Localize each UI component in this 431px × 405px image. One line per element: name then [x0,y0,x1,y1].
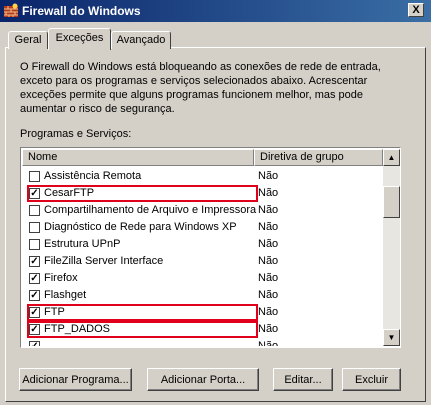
list-item[interactable]: ✓ FTP_DADOS Não [22,321,383,338]
list-item[interactable]: ✓ Flashget Não [22,287,383,304]
column-header-policy[interactable]: Diretiva de grupo [254,149,383,166]
programs-list-body: Nome Diretiva de grupo Assistência Remot… [22,149,383,346]
description-text: O Firewall do Windows está bloqueando as… [20,61,381,115]
list-item[interactable]: ✓ Firefox Não [22,270,383,287]
exception-checkbox[interactable]: ✓ [29,188,40,199]
exception-checkbox[interactable]: ✓ [29,307,40,318]
exception-checkbox[interactable] [29,171,40,182]
list-item[interactable]: ✓ CesarFTP Não [22,185,383,202]
add-port-button[interactable]: Adicionar Porta... [147,368,259,391]
firewall-brick-icon [4,3,18,17]
list-item[interactable]: Compartilhamento de Arquivo e Impressora… [22,202,383,219]
list-item-policy: Não [258,255,279,267]
list-item-policy: Não [258,204,279,216]
list-item-name: Compartilhamento de Arquivo e Impressora [44,204,257,216]
exception-checkbox[interactable]: ✓ [29,273,40,284]
exception-checkbox[interactable] [29,205,40,216]
list-item-policy: Não [258,221,279,233]
list-item[interactable]: ✓ FTP Não [22,304,383,321]
list-item-policy: Não [258,272,279,284]
tab-avancado[interactable]: Avançado [111,31,171,49]
list-item-name: FileZilla Server Interface [44,255,164,267]
exception-checkbox[interactable] [29,222,40,233]
list-item[interactable]: Diagnóstico de Rede para Windows XP Não [22,219,383,236]
tab-geral[interactable]: Geral [8,31,48,49]
list-item-policy: Não [258,323,279,335]
list-header: Nome Diretiva de grupo [22,149,383,166]
exception-checkbox[interactable]: ✓ [29,341,40,346]
list-item-name: FTP [44,306,65,318]
close-button[interactable]: X [408,3,424,17]
list-item-name: Estrutura UPnP [44,238,121,250]
scroll-thumb[interactable] [383,186,400,218]
title-bar[interactable]: Firewall do Windows X [0,0,431,22]
list-item[interactable]: Estrutura UPnP Não [22,236,383,253]
exception-checkbox[interactable]: ✓ [29,290,40,301]
add-program-button[interactable]: Adicionar Programa... [19,368,132,391]
list-item[interactable]: ✓ Não [22,338,383,346]
list-item-name: Firefox [44,272,78,284]
list-item-policy: Não [258,238,279,250]
list-item-name: FTP_DADOS [44,323,111,335]
exception-checkbox[interactable] [29,239,40,250]
list-item[interactable]: Assistência Remota Não [22,168,383,185]
exception-checkbox[interactable]: ✓ [29,324,40,335]
edit-button[interactable]: Editar... [273,368,333,391]
exception-checkbox[interactable]: ✓ [29,256,40,267]
window-title: Firewall do Windows [22,4,141,18]
tab-excecoes[interactable]: Exceções [48,28,111,50]
list-item-policy: Não [258,187,279,199]
delete-button[interactable]: Excluir [342,368,401,391]
column-header-name[interactable]: Nome [22,149,254,166]
programs-list-label: Programas e Serviços: [20,128,132,140]
list-item-policy: Não [258,289,279,301]
list-item-name: CesarFTP [44,187,95,199]
vertical-scrollbar[interactable]: ▲ ▼ [383,149,400,346]
scroll-up-button[interactable]: ▲ [383,149,400,166]
programs-list[interactable]: Nome Diretiva de grupo Assistência Remot… [20,147,401,348]
list-item-name: Assistência Remota [44,170,142,182]
list-item-policy: Não [258,340,279,346]
list-item[interactable]: ✓ FileZilla Server Interface Não [22,253,383,270]
list-item-policy: Não [258,170,279,182]
scroll-down-button[interactable]: ▼ [383,329,400,346]
list-item-policy: Não [258,306,279,318]
list-item-name: Flashget [44,289,87,301]
list-item-name: Diagnóstico de Rede para Windows XP [44,221,237,233]
